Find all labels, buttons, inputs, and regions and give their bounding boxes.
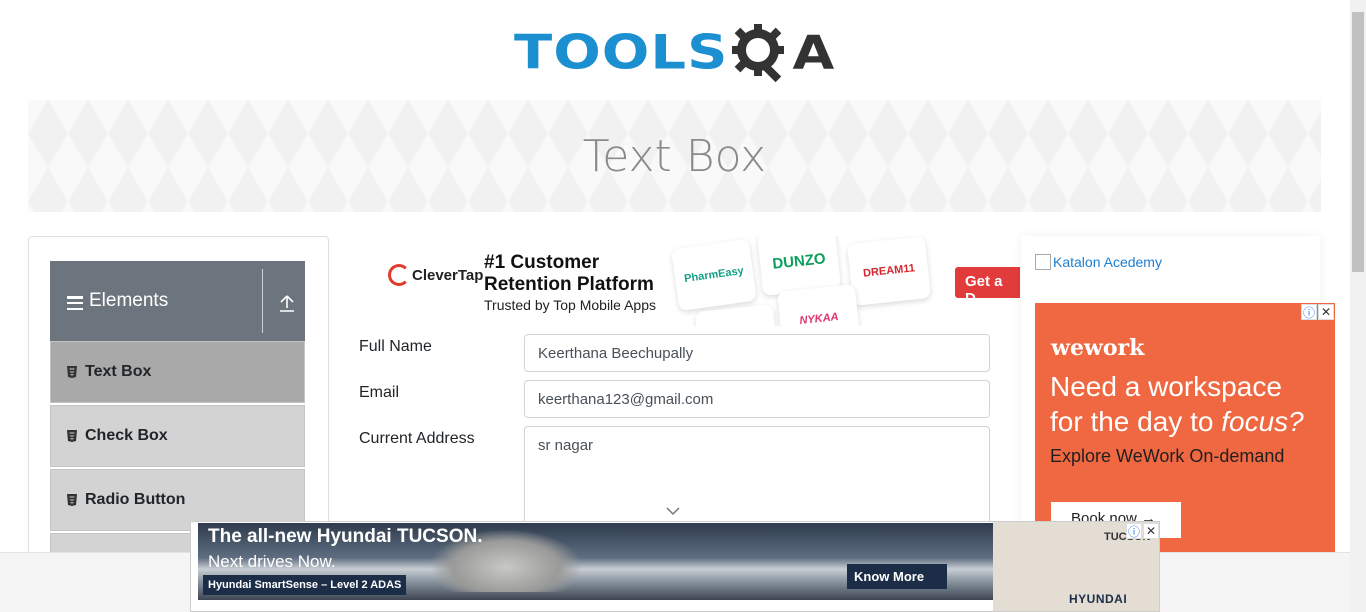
chevron-down-icon <box>666 507 680 516</box>
brand-card-pharmeasy: PharmEasy <box>671 238 757 312</box>
clevertap-logo-icon <box>388 264 410 286</box>
clevertap-brand: CleverTap <box>412 266 484 284</box>
clevertap-logo: CleverTap <box>388 264 483 286</box>
html-file-icon <box>67 430 77 442</box>
sidebar-item-label: Check Box <box>85 427 168 444</box>
ad-close-icon[interactable]: ✕ <box>1318 304 1334 320</box>
wework-headline-line1: Need a workspace <box>1050 371 1282 402</box>
wework-subline: Explore WeWork On-demand <box>1050 446 1285 466</box>
hamburger-icon <box>67 296 83 310</box>
wework-headline: Need a workspace for the day to focus? <box>1050 369 1335 439</box>
scrollbar-thumb[interactable] <box>1352 12 1364 272</box>
sidebar-group-elements[interactable]: Elements <box>50 261 305 341</box>
clevertap-ad[interactable]: CleverTap #1 Customer Retention Platform… <box>380 236 1020 326</box>
brand-card-nykaa: NYKAA <box>776 284 862 326</box>
brand-card-extra <box>694 304 780 326</box>
ad-info-icon[interactable]: ⓘ <box>1126 523 1142 539</box>
sidebar-item-check-box[interactable]: Check Box <box>50 405 305 467</box>
ad-info-icon[interactable]: ⓘ <box>1301 304 1317 320</box>
collapse-up-icon[interactable] <box>278 293 296 313</box>
sidebar-item-text-box[interactable]: Text Box <box>50 341 305 403</box>
full-name-label: Full Name <box>359 338 432 355</box>
full-name-input[interactable]: Keerthana Beechupally <box>524 334 990 372</box>
hyundai-logo: HYUNDAI <box>1069 592 1128 606</box>
know-more-button[interactable]: Know More <box>847 564 947 589</box>
hyundai-subline: Next drives Now. <box>208 552 336 571</box>
html-file-icon <box>67 366 77 378</box>
wework-logo: wework <box>1051 335 1145 361</box>
logo-text: TOOLS <box>514 24 729 81</box>
html-file-icon <box>67 494 77 506</box>
logo-a: A <box>792 25 835 80</box>
hyundai-tag: Hyundai SmartSense – Level 2 ADAS <box>203 575 407 595</box>
sidebar-group-title: Elements <box>89 290 169 311</box>
broken-image-icon <box>1035 254 1051 270</box>
toolsqa-logo[interactable]: TOOLS A <box>514 14 838 92</box>
sidebar-item-label: Text Box <box>85 363 152 380</box>
hyundai-headline: The all-new Hyundai TUCSON. <box>208 526 483 547</box>
ad-subline: Trusted by Top Mobile Apps <box>484 297 656 313</box>
current-address-label: Current Address <box>359 430 475 447</box>
page-banner: Text Box <box>28 100 1321 212</box>
wework-headline-line2: for the day to <box>1050 406 1222 437</box>
sidebar-item-label: Radio Button <box>85 491 186 508</box>
email-input[interactable]: keerthana123@gmail.com <box>524 380 990 418</box>
ad-close-icon[interactable]: ✕ <box>1143 523 1159 539</box>
wework-ad[interactable]: wework Need a workspace for the day to f… <box>1035 303 1335 553</box>
divider <box>262 269 263 333</box>
gear-magnifier-icon <box>732 24 785 83</box>
brand-card-dream11: DREAM11 <box>846 236 932 306</box>
katalon-alt-text: Katalon Acedemy <box>1053 254 1162 270</box>
wework-headline-emphasis: focus? <box>1221 406 1304 437</box>
email-label: Email <box>359 384 400 401</box>
current-address-textarea[interactable]: sr nagar <box>524 426 990 526</box>
page-title: Text Box <box>582 130 767 182</box>
ad-cta-button[interactable]: Get a D <box>955 267 1020 307</box>
hyundai-ad[interactable]: The all-new Hyundai TUCSON. Next drives … <box>190 521 1160 612</box>
katalon-ad-link[interactable]: Katalon Acedemy <box>1035 254 1162 270</box>
ad-headline: #1 Customer Retention Platform <box>484 252 654 295</box>
